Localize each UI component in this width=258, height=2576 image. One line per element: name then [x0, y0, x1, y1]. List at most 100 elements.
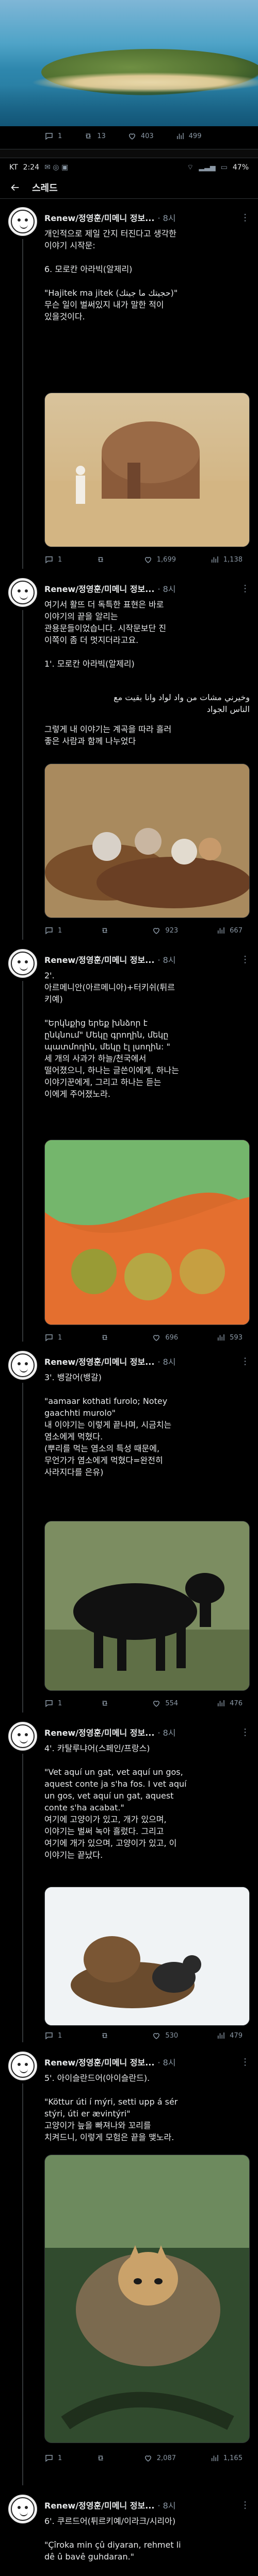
retweet-button[interactable] — [100, 1333, 114, 1342]
post-header: Renew/정영훈/미메니 정보... · 8시 ⋮ — [44, 582, 250, 595]
more-icon[interactable]: ⋮ — [240, 212, 250, 223]
back-arrow-icon — [11, 184, 19, 191]
post-header: Renew/정영훈/미메니 정보... · 8시 ⋮ — [44, 1726, 250, 1738]
author-name[interactable]: Renew/정영훈/미메니 정보... — [44, 2499, 154, 2511]
retweet-icon — [102, 2033, 108, 2038]
author-name[interactable]: Renew/정영훈/미메니 정보... — [44, 2056, 154, 2068]
post-image-cat-nature[interactable] — [44, 2155, 250, 2443]
heart-icon — [153, 928, 160, 934]
more-icon[interactable]: ⋮ — [240, 2057, 250, 2067]
avatar[interactable] — [8, 2052, 37, 2080]
post-text-translation: 그렇게 내 이야기는 계곡을 따라 흘러 좋은 사람과 함께 나누었다 — [44, 724, 172, 746]
avatar[interactable] — [8, 1722, 37, 1751]
post-actions: 1 696 593 — [44, 1330, 250, 1345]
like-button[interactable]: 2,087 — [143, 2453, 176, 2463]
time-label: 2:24 — [23, 163, 40, 172]
views-button[interactable]: 476 — [216, 1699, 243, 1708]
retweet-icon — [98, 2455, 104, 2461]
reply-icon — [45, 133, 53, 140]
views-button[interactable]: 499 — [175, 131, 201, 141]
post-text: 여기서 활뜨 더 독특한 표현은 바로 이야기의 끝을 알리는 관용문들이었습니… — [44, 600, 167, 669]
retweet-icon — [86, 133, 91, 139]
back-button[interactable] — [9, 182, 21, 193]
post-time: · 8시 — [157, 213, 176, 223]
post-text: 개인적으로 제일 간지 터진다고 생각한 이야기 시작문: 6. 모로칸 아라빅… — [44, 229, 178, 321]
post-text: 5'. 아이슬란드어(아이슬란드). "Köttur úti í mýri, s… — [44, 2073, 178, 2142]
retweet-icon — [102, 1335, 108, 1340]
author-name[interactable]: Renew/정영훈/미메니 정보... — [44, 953, 154, 965]
carrier-label: KT — [9, 163, 18, 172]
post-5: Renew/정영훈/미메니 정보... · 8시 ⋮ 4'. 카탈루냐어(스페인… — [0, 1717, 258, 2046]
heart-icon — [153, 1701, 160, 1707]
avatar[interactable] — [8, 578, 37, 607]
more-icon[interactable]: ⋮ — [240, 1356, 250, 1367]
reply-button[interactable]: 1 — [44, 555, 62, 564]
author-name[interactable]: Renew/정영훈/미메니 정보... — [44, 1726, 154, 1738]
reply-button[interactable]: 1 — [44, 2031, 62, 2040]
post-6: Renew/정영훈/미메니 정보... · 8시 ⋮ 5'. 아이슬란드어(아이… — [0, 2046, 258, 2489]
retweet-button[interactable] — [100, 2031, 114, 2040]
post-1: Renew/정영훈/미메니 정보... · 8시 ⋮ 개인적으로 제일 간지 터… — [0, 202, 258, 573]
views-icon — [218, 1700, 224, 1706]
views-icon — [211, 2455, 218, 2461]
reply-button[interactable]: 1 — [44, 926, 62, 935]
thread-connector — [22, 981, 23, 1342]
like-button[interactable]: 403 — [127, 131, 154, 141]
like-button[interactable]: 696 — [152, 1333, 178, 1342]
reply-icon — [45, 2032, 53, 2040]
post-text: 3'. 뱅갈어(뱅갈) "aamaar kothati furolo; Note… — [44, 1372, 172, 1477]
post-actions: 1 2,087 1,165 — [44, 2451, 250, 2465]
avatar[interactable] — [8, 1351, 37, 1380]
post-time: · 8시 — [157, 955, 176, 965]
thread-connector — [22, 1754, 23, 2042]
like-button[interactable]: 923 — [152, 926, 178, 935]
author-name[interactable]: Renew/정영훈/미메니 정보... — [44, 582, 154, 595]
views-button[interactable]: 1,165 — [210, 2453, 243, 2463]
views-button[interactable]: 593 — [216, 1333, 243, 1342]
retweet-button[interactable] — [96, 2453, 109, 2463]
apples-illustration — [45, 1140, 249, 1325]
avatar[interactable] — [8, 949, 37, 978]
reply-button[interactable]: 1 — [44, 2453, 62, 2463]
post-image-painting[interactable] — [44, 764, 250, 918]
views-button[interactable]: 667 — [216, 926, 243, 935]
reply-button[interactable]: 1 — [44, 1699, 62, 1708]
more-icon[interactable]: ⋮ — [240, 954, 250, 965]
retweet-button[interactable] — [96, 555, 109, 564]
post-4: Renew/정영훈/미메니 정보... · 8시 ⋮ 3'. 뱅갈어(뱅갈) "… — [0, 1346, 258, 1717]
reply-button[interactable]: 1 — [44, 1333, 62, 1342]
thread-connector — [22, 239, 23, 569]
reply-button[interactable]: 1 — [44, 131, 62, 141]
post-text: 4'. 카탈루냐어(스페인/프랑스) "Vet aquí un gat, vet… — [44, 1743, 187, 1860]
post-image-dog-cat[interactable] — [44, 1887, 250, 2026]
post-image-apples[interactable] — [44, 1140, 250, 1325]
avatar[interactable] — [8, 2495, 37, 2523]
more-icon[interactable]: ⋮ — [240, 1727, 250, 1738]
cat-nature-illustration — [45, 2155, 249, 2443]
reply-icon — [45, 1334, 53, 1342]
like-button[interactable]: 530 — [152, 2031, 178, 2040]
like-button[interactable]: 554 — [152, 1699, 178, 1708]
painting-illustration — [45, 764, 249, 918]
retweet-button[interactable]: 13 — [84, 131, 106, 141]
notification-icons: ✉ ◎ ▣ — [44, 163, 69, 172]
author-name[interactable]: Renew/정영훈/미메니 정보... — [44, 1355, 154, 1367]
retweet-button[interactable] — [100, 926, 114, 935]
retweet-icon — [102, 928, 108, 933]
author-name[interactable]: Renew/정영훈/미메니 정보... — [44, 211, 154, 224]
signal-icon: ▂▃▅ — [199, 163, 216, 172]
more-icon[interactable]: ⋮ — [240, 2500, 250, 2511]
status-right: ⌔ ▂▃▅ ▭ 47% — [187, 163, 249, 172]
views-button[interactable]: 479 — [216, 2031, 243, 2040]
views-icon — [218, 1334, 224, 1341]
views-button[interactable]: 1,138 — [210, 555, 243, 564]
like-button[interactable]: 1,699 — [143, 555, 176, 564]
retweet-button[interactable] — [100, 1699, 114, 1708]
avatar[interactable] — [8, 207, 37, 236]
post-image-goat[interactable] — [44, 1521, 250, 1691]
post-7: Renew/정영훈/미메니 정보... · 8시 ⋮ 6'. 쿠르드어(튀르키예… — [0, 2489, 258, 2576]
more-icon[interactable]: ⋮ — [240, 583, 250, 594]
post-image-mosque[interactable] — [44, 393, 250, 547]
sea-shape — [0, 85, 258, 126]
retweet-icon — [102, 1701, 108, 1706]
